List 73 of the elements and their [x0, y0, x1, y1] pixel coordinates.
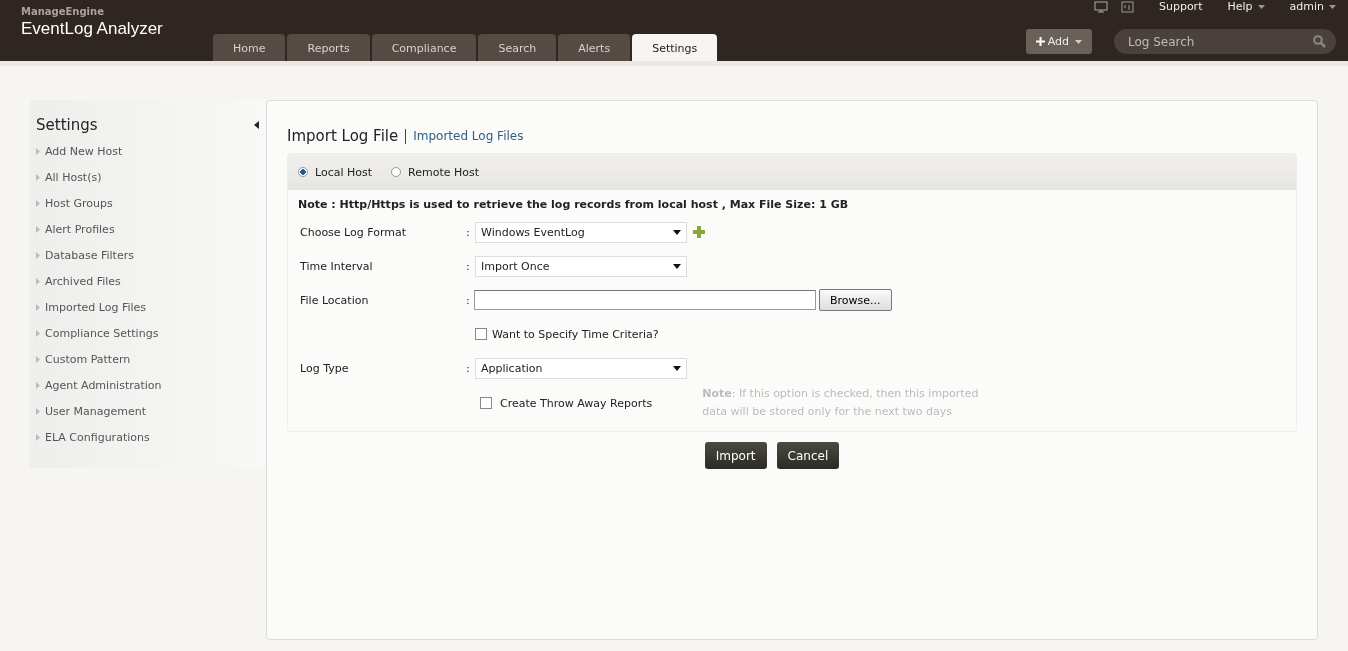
- monitor-icon[interactable]: [1093, 0, 1108, 13]
- caret-icon[interactable]: [1329, 4, 1336, 9]
- bullet-icon: [36, 355, 40, 363]
- colon: :: [466, 361, 471, 375]
- field-label: Time Interval: [300, 259, 374, 273]
- search-field[interactable]: Log Search: [1114, 29, 1336, 54]
- nav-tab[interactable]: Search: [478, 34, 557, 61]
- bullet-icon: [36, 251, 40, 259]
- header-link[interactable]: admin: [1289, 0, 1324, 13]
- company-logo: ManageEngine: [21, 6, 105, 17]
- browse-button[interactable]: Browse...: [819, 289, 892, 311]
- sidebar-item[interactable]: Archived Files: [36, 268, 265, 294]
- colon: :: [466, 293, 471, 307]
- bullet-icon: [36, 147, 40, 155]
- caret-icon: [1075, 39, 1082, 44]
- colon: :: [466, 225, 471, 239]
- sidebar-item[interactable]: Add New Host: [36, 138, 265, 164]
- nav-tab[interactable]: Reports: [287, 34, 370, 61]
- caret-icon[interactable]: [1257, 4, 1265, 9]
- page-title: Import Log File: [287, 127, 399, 145]
- dropdown[interactable]: Import Once: [475, 255, 687, 277]
- add-icon[interactable]: [693, 226, 705, 238]
- bullet-icon: [36, 303, 40, 311]
- bullet-icon: [36, 329, 40, 337]
- nav-tab[interactable]: Home: [213, 34, 286, 61]
- sidebar-item[interactable]: Agent Administration: [36, 372, 265, 398]
- bullet-icon: [36, 381, 40, 389]
- header-link[interactable]: Help: [1227, 0, 1253, 13]
- header-link[interactable]: Support: [1158, 0, 1203, 13]
- dropdown[interactable]: Application: [475, 357, 687, 379]
- bullet-icon: [36, 407, 40, 415]
- bullet-icon: [36, 225, 40, 233]
- sidebar-item[interactable]: All Host(s): [36, 164, 265, 190]
- document-icon[interactable]: [1120, 0, 1134, 13]
- field-label: Log Type: [300, 361, 350, 375]
- bullet-icon: [36, 173, 40, 181]
- imported-files-link[interactable]: Imported Log Files: [413, 129, 524, 143]
- plus-icon: [1035, 37, 1045, 46]
- caret-icon: [673, 263, 681, 269]
- sidebar-title: Settings: [36, 116, 98, 134]
- file-path-field[interactable]: [474, 290, 816, 310]
- sidebar-item[interactable]: Database Filters: [36, 242, 265, 268]
- bullet-icon: [36, 433, 40, 441]
- action-button[interactable]: Cancel: [776, 442, 840, 469]
- sidebar-item[interactable]: Custom Pattern: [36, 346, 265, 372]
- search-icon[interactable]: [1313, 35, 1326, 48]
- checkbox-option[interactable]: Create Throw Away Reports: [480, 396, 653, 410]
- nav-tab[interactable]: Compliance: [371, 34, 477, 61]
- caret-icon: [673, 229, 681, 235]
- caret-icon: [673, 365, 681, 371]
- host-radio[interactable]: Remote Host: [391, 165, 480, 179]
- dropdown[interactable]: Windows EventLog: [475, 221, 687, 243]
- sidebar-item[interactable]: ELA Configurations: [36, 424, 265, 450]
- host-radio[interactable]: Local Host: [298, 165, 373, 179]
- sidebar-item[interactable]: Imported Log Files: [36, 294, 265, 320]
- nav-tab[interactable]: Alerts: [558, 34, 631, 61]
- field-label: Choose Log Format: [300, 225, 407, 239]
- colon: :: [466, 259, 471, 273]
- field-label: File Location: [300, 293, 370, 307]
- action-button[interactable]: Import: [704, 442, 767, 469]
- bullet-icon: [36, 277, 40, 285]
- collapse-icon[interactable]: [254, 121, 259, 129]
- sidebar-item[interactable]: Host Groups: [36, 190, 265, 216]
- bullet-icon: [36, 199, 40, 207]
- product-name: EventLog Analyzer: [21, 19, 164, 39]
- sidebar-item[interactable]: User Management: [36, 398, 265, 424]
- nav-tab[interactable]: Settings: [632, 34, 718, 61]
- checkbox-option[interactable]: Want to Specify Time Criteria?: [475, 327, 659, 341]
- sidebar-item[interactable]: Compliance Settings: [36, 320, 265, 346]
- hint-text: Note: If this option is checked, then this imported data will be stored only for the next two days: [702, 386, 980, 420]
- sidebar-item[interactable]: Alert Profiles: [36, 216, 265, 242]
- info-note: Note : Http/Https is used to retrieve the log records from local host , Max File Size: 1 GB: [297, 197, 850, 213]
- add-button[interactable]: Add: [1025, 29, 1092, 54]
